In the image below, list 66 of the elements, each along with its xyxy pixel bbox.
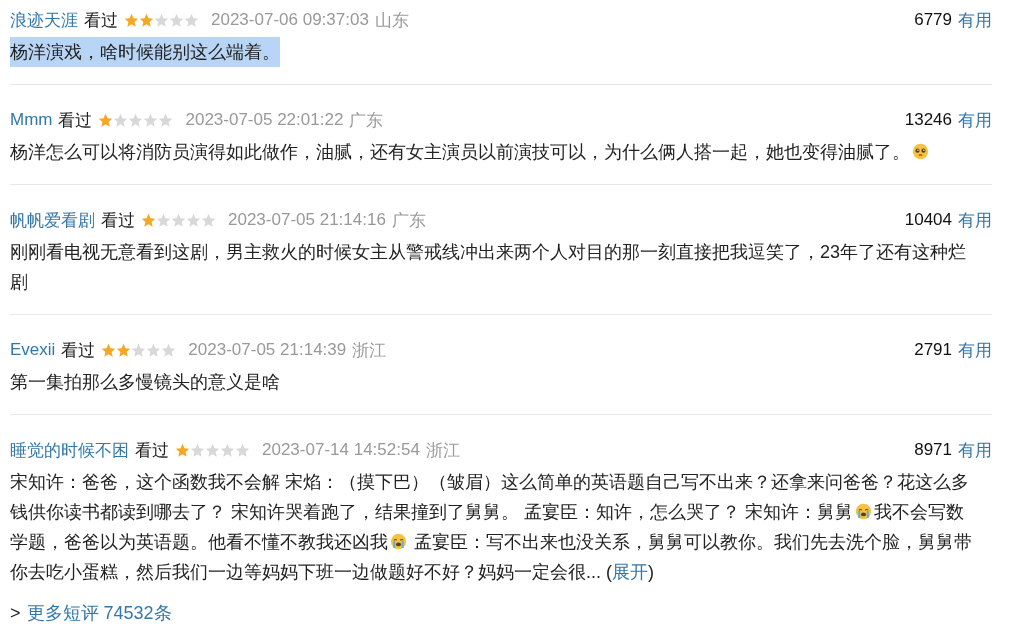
- crying-face-icon: [390, 533, 407, 550]
- more-comments-link[interactable]: 更多短评 74532条: [26, 601, 172, 625]
- vote-count: 8971: [914, 440, 952, 460]
- star-icon: [116, 342, 132, 358]
- watch-status: 看过: [84, 9, 118, 32]
- arrow-text: >: [10, 602, 21, 624]
- comment-text: 杨洋演戏，啥时候能别这么端着。: [10, 37, 280, 67]
- star-icon: [205, 442, 220, 458]
- comment-text: 宋知许：爸爸，这个函数我不会解 宋焰：（摸下巴）（皱眉）这么简单的英语题自己写不出来？还拿来问爸爸？花这么多钱供你读书都读到哪去了？ 宋知许哭着跑了，结果撞到了舅舅。 孟宴臣：知许，怎么哭了？ 宋知许：舅舅 我不会写数学题，爸爸以为英语题。他看不懂不教我还凶我 孟宴臣：写不出来也没关系，舅舅可以教你。我们先去洗个脸，舅舅带你去吃小蛋糕，然后我们一边等妈妈下班一边做题好不好？妈妈一定会很... (展开): [10, 471, 973, 584]
- star-icon: [128, 112, 144, 128]
- comment-time: 2023-07-06 09:37:03: [211, 10, 369, 30]
- user-name-link[interactable]: Mmm: [10, 110, 53, 130]
- star-icon: [220, 442, 235, 458]
- star-icon: [175, 442, 190, 458]
- vote-count: 2791: [914, 340, 952, 360]
- useful-link[interactable]: 有用: [958, 108, 992, 132]
- comment-text: 刚刚看电视无意看到这剧，男主救火的时候女主从警戒线冲出来两个人对目的那一刻直接把我逗笑了，23年了还有这种烂剧: [10, 241, 968, 294]
- star-icon: [201, 212, 216, 228]
- star-icon: [113, 112, 129, 128]
- star-icon: [131, 342, 147, 358]
- vote-count: 6779: [914, 10, 952, 30]
- pleading-face-icon: [912, 143, 929, 160]
- watch-status: 看过: [61, 339, 96, 362]
- star-icon: [184, 12, 199, 28]
- star-icon: [146, 342, 162, 358]
- vote-count: 10404: [904, 210, 952, 230]
- star-icon: [98, 112, 114, 128]
- star-icon: [156, 212, 171, 228]
- comment-time: 2023-07-05 22:01:22: [185, 110, 344, 130]
- comment-text: 杨洋怎么可以将消防员演得如此做作，油腻，还有女主演员以前演技可以，为什么俩人搭一起，她也变得油腻了。: [10, 137, 980, 167]
- comment-location: 广东: [349, 109, 384, 132]
- star-icon: [143, 112, 159, 128]
- vote-count: 13246: [904, 110, 952, 130]
- crying-face-icon: [855, 503, 872, 520]
- expand-link[interactable]: 展开: [612, 562, 648, 582]
- user-name-link[interactable]: 帆帆爱看剧: [10, 208, 95, 232]
- useful-link[interactable]: 有用: [958, 208, 992, 232]
- comment-location: 山东: [374, 9, 409, 32]
- star-icon: [154, 12, 169, 28]
- comment-location: 广东: [391, 209, 426, 232]
- watch-status: 看过: [135, 439, 169, 462]
- watch-status: 看过: [58, 109, 93, 132]
- comment-location: 浙江: [425, 439, 460, 462]
- star-icon: [124, 12, 139, 28]
- star-icon: [186, 212, 201, 228]
- user-name-link[interactable]: 睡觉的时候不困: [10, 438, 129, 462]
- useful-link[interactable]: 有用: [958, 438, 992, 462]
- star-icon: [158, 112, 174, 128]
- star-icon: [141, 212, 156, 228]
- star-icon: [190, 442, 205, 458]
- comment-time: 2023-07-05 21:14:39: [188, 340, 347, 360]
- star-icon: [101, 342, 117, 358]
- comment-time: 2023-07-05 21:14:16: [228, 210, 386, 230]
- star-icon: [161, 342, 177, 358]
- comment-text: 第一集拍那么多慢镜头的意义是啥: [10, 371, 281, 394]
- star-icon: [139, 12, 154, 28]
- star-icon: [171, 212, 186, 228]
- user-name-link[interactable]: 浪迹天涯: [10, 8, 78, 32]
- star-icon: [235, 442, 250, 458]
- useful-link[interactable]: 有用: [958, 338, 992, 362]
- star-icon: [169, 12, 184, 28]
- watch-status: 看过: [101, 209, 135, 232]
- comment-time: 2023-07-14 14:52:54: [262, 440, 420, 460]
- useful-link[interactable]: 有用: [958, 8, 992, 32]
- comment-location: 浙江: [352, 339, 387, 362]
- user-name-link[interactable]: Evexii: [10, 340, 56, 360]
